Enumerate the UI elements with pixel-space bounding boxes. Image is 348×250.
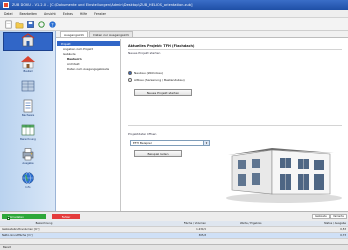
radio-button[interactable] bbox=[128, 71, 132, 75]
tab-strip: Ausgangsinfo Daten zur Ausgangsinfo bbox=[56, 31, 348, 38]
main-content: Aktuelles Projekt: TFH (Flachdach) Neues… bbox=[122, 39, 348, 211]
sidebar-item-ausgabe[interactable]: Ausgabe bbox=[10, 147, 46, 165]
app-logo-icon bbox=[3, 2, 9, 8]
toolbar: ? bbox=[0, 18, 348, 31]
radio-label-altbau: Altbau (Sanierung / Bestandsbau) bbox=[134, 78, 185, 82]
menu-item-bearbeiten[interactable]: Bearbeiten bbox=[20, 12, 38, 16]
house-rendering bbox=[218, 136, 344, 204]
chevron-down-icon[interactable]: ▾ bbox=[203, 141, 209, 145]
radio-altbau[interactable]: Altbau (Sanierung / Bestandsbau) bbox=[128, 78, 185, 82]
project-select[interactable]: EFH Beispiel ▾ bbox=[130, 140, 210, 146]
table-icon bbox=[21, 124, 35, 136]
table-cell: 305,8 bbox=[198, 234, 206, 237]
table-row[interactable]: Netto-Grundfläche [m²] 305,8 0,73 bbox=[0, 233, 348, 239]
radio-label-neubau: Neubau (Wohnbau) bbox=[134, 71, 164, 75]
tab-klimadaten-label: Klimadaten bbox=[8, 214, 24, 219]
radio-neubau[interactable]: Neubau (Wohnbau) bbox=[128, 71, 163, 75]
new-doc-icon[interactable] bbox=[4, 20, 13, 29]
project-tree: Projekt Angaben zum Projekt Gebäude Bauh… bbox=[57, 39, 121, 211]
tab-fehler[interactable]: Fehler bbox=[52, 214, 80, 219]
tab-daten-ausgangsinfo[interactable]: Daten zur Ausgangsinfo bbox=[89, 31, 134, 37]
menu-item-extras[interactable]: Extras bbox=[63, 12, 73, 16]
table-cell: Netto-Grundfläche [m²] bbox=[2, 234, 33, 237]
open-project-label: Projektdatei öffnen bbox=[128, 132, 157, 136]
checkbox-icon bbox=[7, 217, 10, 220]
sidebar-item-berechnung[interactable]: Berechnung bbox=[10, 123, 46, 141]
sidebar-label-info: Info bbox=[25, 186, 31, 189]
tree-item-daten-ausgangsgebaeude[interactable]: Daten zum Ausgangsgebäude bbox=[57, 66, 120, 71]
window-title: ZUB DOKU - V1.2.0 - [C:\Dokumente und Ei… bbox=[12, 3, 193, 7]
printer-icon bbox=[22, 148, 34, 161]
table-cell: 0,53 bbox=[340, 228, 346, 231]
tab-ausgangsinfo[interactable]: Ausgangsinfo bbox=[60, 31, 89, 37]
column-header: Werte / Ergebnis bbox=[240, 222, 262, 225]
sidebar-item-bauteil[interactable]: Bauteil bbox=[10, 55, 46, 73]
refresh-icon[interactable] bbox=[37, 20, 46, 29]
column-header: Fläche / Volumen bbox=[183, 222, 206, 225]
tab-klimadaten[interactable]: Klimadaten bbox=[2, 214, 46, 220]
open-folder-icon[interactable] bbox=[15, 20, 24, 29]
sidebar-label-ausgabe: Ausgabe bbox=[22, 162, 34, 165]
results-table: Bezeichnung Fläche / Volumen Werte / Erg… bbox=[0, 221, 348, 239]
sidebar-item-info[interactable]: Info bbox=[10, 171, 46, 189]
section-heading: Neues Projekt starten bbox=[128, 51, 161, 55]
new-project-button[interactable]: Neues Projekt starten bbox=[134, 89, 192, 96]
title-bar: ZUB DOKU - V1.2.0 - [C:\Dokumente und Ei… bbox=[0, 0, 348, 10]
form-icon bbox=[23, 99, 33, 113]
radio-button[interactable] bbox=[128, 78, 132, 82]
column-header: Bezeichnung bbox=[35, 222, 53, 225]
project-select-value: EFH Beispiel bbox=[133, 141, 152, 145]
table-cell: 1.234,5 bbox=[196, 228, 206, 231]
table-cell: Gebäudebruttovolumen [m³] bbox=[2, 228, 40, 231]
status-text: Bereit bbox=[3, 246, 11, 249]
tab-gebaeude[interactable]: Gebäude bbox=[312, 214, 330, 219]
load-example-button[interactable]: Beispiel laden bbox=[134, 150, 182, 157]
menu-bar: Datei Bearbeiten Ansicht Extras Hilfe Fe… bbox=[0, 10, 348, 18]
menu-item-ansicht[interactable]: Ansicht bbox=[44, 12, 56, 16]
sidebar-label-berechnung: Berechnung bbox=[20, 138, 36, 141]
building-icon bbox=[21, 33, 35, 47]
results-panel: Klimadaten Fehler Gebäude Variante Bezei… bbox=[0, 211, 348, 244]
table-cell: 0,73 bbox=[340, 234, 346, 237]
divider bbox=[128, 125, 342, 126]
menu-item-fenster[interactable]: Fenster bbox=[94, 12, 106, 16]
help-icon[interactable]: ? bbox=[48, 20, 57, 29]
project-title: Aktuelles Projekt: TFH (Flachdach) bbox=[128, 44, 195, 48]
sidebar-item-nachweis[interactable]: Nachweis bbox=[10, 99, 46, 117]
menu-item-datei[interactable]: Datei bbox=[4, 12, 13, 16]
globe-icon bbox=[22, 172, 34, 184]
sidebar-item-gebaeude[interactable] bbox=[10, 33, 46, 47]
save-icon[interactable] bbox=[26, 20, 35, 29]
status-bar: Bereit bbox=[0, 244, 348, 250]
wall-icon bbox=[21, 80, 35, 92]
navigation-sidebar: Bauteil Nachweis Berechnung Ausgabe Info bbox=[0, 31, 56, 211]
sidebar-label-bauteil: Bauteil bbox=[23, 70, 33, 73]
column-header: Status / Ausgabe bbox=[323, 222, 346, 225]
sidebar-label-nachweis: Nachweis bbox=[21, 114, 35, 117]
sidebar-item-wand[interactable] bbox=[10, 79, 46, 93]
divider bbox=[128, 49, 342, 50]
menu-item-hilfe[interactable]: Hilfe bbox=[80, 12, 87, 16]
tab-variante[interactable]: Variante bbox=[330, 214, 347, 219]
house-icon bbox=[21, 56, 35, 69]
